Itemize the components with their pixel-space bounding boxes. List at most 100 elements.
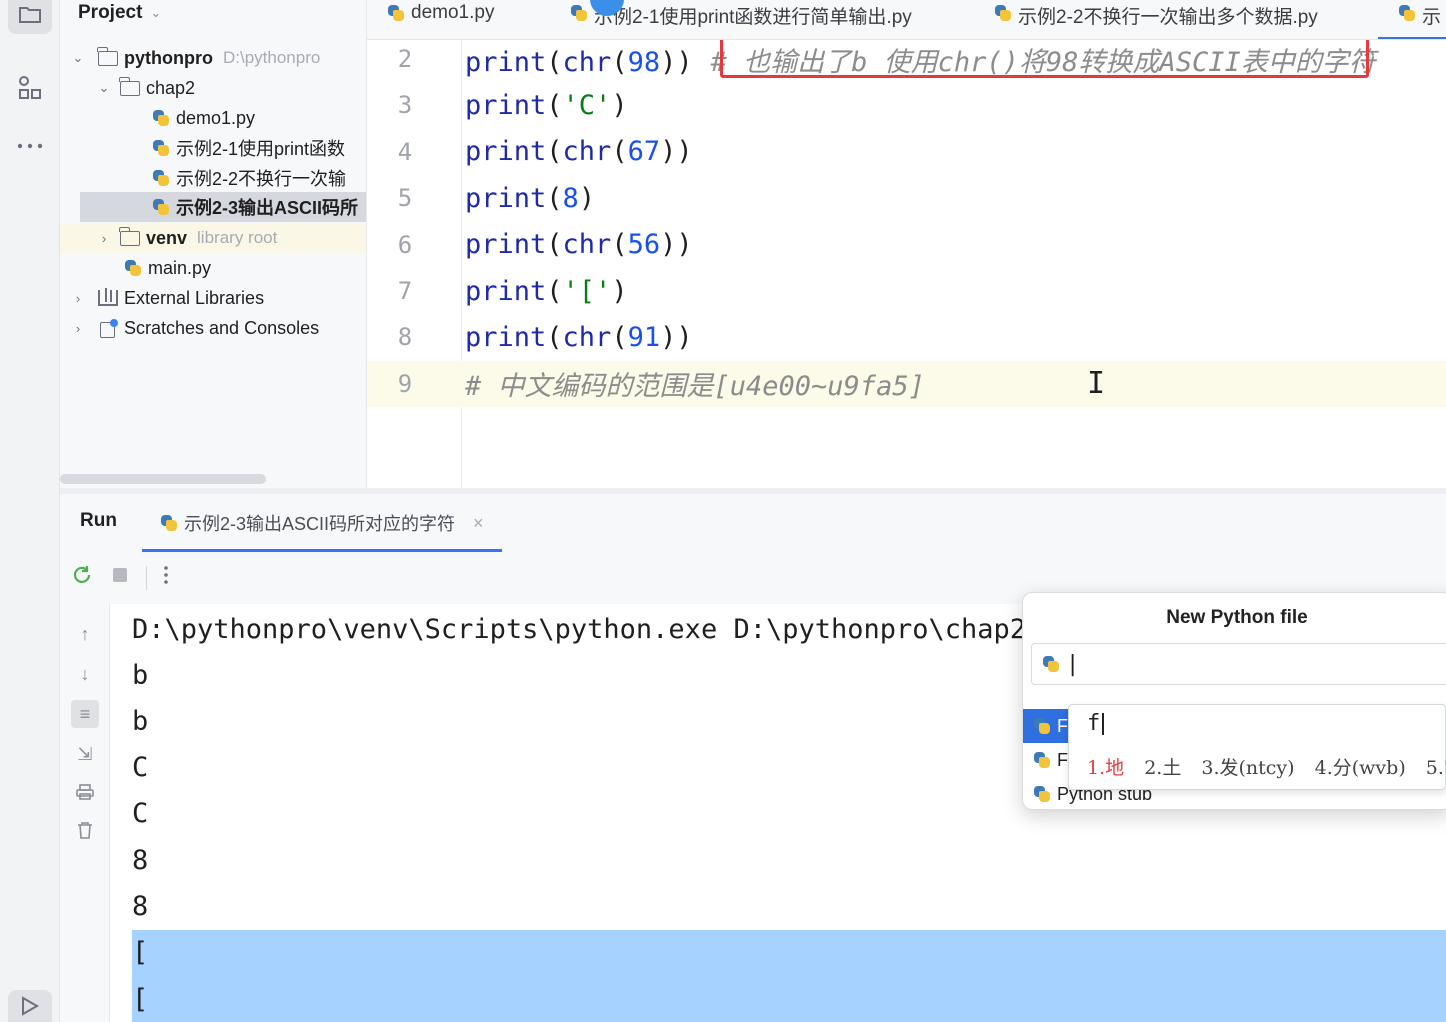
arrow-down-icon[interactable]: ↓ <box>71 660 99 688</box>
console-output-line: [ <box>132 976 1446 1022</box>
chevron-down-icon: ⌄ <box>150 5 162 20</box>
run-tool-icon[interactable] <box>8 990 52 1022</box>
project-folder-icon[interactable] <box>8 0 52 34</box>
code-line[interactable]: 7 print('[') <box>367 268 1446 314</box>
code-token: print <box>465 321 547 353</box>
library-icon <box>98 288 118 306</box>
tree-item-file[interactable]: 示例2-1使用print函数 <box>60 133 366 163</box>
tree-item-venv[interactable]: › venv library root <box>60 223 366 253</box>
code-line[interactable]: 2 print(chr(98)) # 也输出了b 使用chr()将98转换成ASCI… <box>367 40 1446 82</box>
code-text: print('[') <box>465 275 628 307</box>
python-file-icon <box>1042 655 1060 673</box>
ime-candidate[interactable]: 5.' <box>1426 757 1446 779</box>
rerun-icon[interactable] <box>70 563 94 593</box>
print-icon[interactable] <box>71 778 99 806</box>
python-file-icon <box>160 514 178 532</box>
ime-candidate[interactable]: 3.发(ntcy) <box>1201 757 1294 779</box>
python-file-icon <box>570 4 588 22</box>
dialog-title: New Python file <box>1166 607 1308 628</box>
library-root-note: library root <box>197 228 278 247</box>
ime-candidate-window: f 1.地 2.土 3.发(ntcy) 4.分(wvb) 5.' <box>1068 704 1446 790</box>
tab-example-2-2[interactable]: 示例2-2不换行一次输出多个数据.py <box>994 0 1318 39</box>
ime-candidate[interactable]: 1.地 <box>1087 757 1124 779</box>
python-file-icon <box>152 198 170 216</box>
structure-icon[interactable] <box>8 68 52 108</box>
more-tools-icon[interactable] <box>8 126 52 166</box>
line-number: 8 <box>397 323 413 352</box>
stop-icon[interactable] <box>110 565 130 591</box>
code-token: '[' <box>562 275 612 307</box>
code-line[interactable]: 8 print(chr(91)) <box>367 314 1446 360</box>
tree-item-label: External Libraries <box>124 287 265 308</box>
line-number: 9 <box>397 369 413 398</box>
code-token: 'C' <box>562 89 612 121</box>
code-token: print <box>465 182 547 214</box>
tree-item-file-selected[interactable]: 示例2-3输出ASCII码所 <box>80 192 366 222</box>
close-icon[interactable]: × <box>473 513 484 534</box>
code-token: print <box>465 229 547 261</box>
scroll-to-end-icon[interactable]: ⇲ <box>71 740 99 768</box>
file-type-item[interactable]: F <box>1023 709 1071 743</box>
expand-down-icon: ⌄ <box>72 50 84 65</box>
expand-down-icon: ⌄ <box>98 80 110 95</box>
code-line[interactable]: 9 # 中文编码的范围是[u4e00~u9fa5] <box>367 360 1446 407</box>
code-comment: # 中文编码的范围是[u4e00~u9fa5] <box>465 371 925 403</box>
console-output-line: 8 <box>132 844 149 876</box>
tree-item-label: pythonpro <box>124 47 213 68</box>
project-panel: Project ⌄ ⌄ pythonpro D:\pythonpro ⌄ cha… <box>60 0 367 488</box>
code-token: 91 <box>627 321 661 353</box>
soft-wrap-icon[interactable]: ≡ <box>71 700 99 728</box>
expand-right-icon: › <box>75 320 81 336</box>
code-line[interactable]: 3 print('C') <box>367 82 1446 128</box>
tab-label: 示例2-2不换行一次输出多个数据.py <box>1018 7 1318 28</box>
line-number: 3 <box>397 91 413 120</box>
project-header[interactable]: Project ⌄ <box>78 0 161 26</box>
ime-typed-text: f <box>1087 711 1104 736</box>
horizontal-scrollbar[interactable] <box>60 474 266 484</box>
console-output-line: 8 <box>132 891 149 922</box>
arrow-up-icon[interactable]: ↑ <box>71 620 99 648</box>
ime-candidate[interactable]: 2.土 <box>1144 757 1181 779</box>
code-line[interactable]: 6 print(chr(56)) <box>367 222 1446 268</box>
folder-icon <box>119 226 140 246</box>
run-tab[interactable]: 示例2-3输出ASCII码所对应的字符 × <box>142 494 502 552</box>
more-options-icon[interactable] <box>163 565 169 591</box>
code-token: chr <box>562 46 612 78</box>
run-side-toolbar: ↑ ↓ ≡ ⇲ <box>60 604 110 1022</box>
code-line[interactable]: 4 print(chr(67)) <box>367 129 1446 175</box>
code-editor[interactable]: 2 print(chr(98)) # 也输出了b 使用chr()将98转换成ASCI… <box>367 40 1446 488</box>
file-name-value: | <box>1066 651 1080 677</box>
trash-icon[interactable] <box>71 816 99 844</box>
code-line[interactable]: 5 print(8) <box>367 175 1446 221</box>
file-name-input[interactable]: | <box>1031 643 1446 685</box>
run-tab-label: 示例2-3输出ASCII码所对应的字符 <box>184 514 456 534</box>
tool-window-strip <box>0 0 60 1022</box>
toolbar-separator <box>146 566 147 590</box>
tree-item-scratches[interactable]: › Scratches and Consoles <box>60 313 366 343</box>
tree-item-label: demo1.py <box>176 107 256 128</box>
code-token: chr <box>562 321 612 353</box>
tab-demo1[interactable]: demo1.py <box>387 0 494 39</box>
tree-item-root[interactable]: ⌄ pythonpro D:\pythonpro <box>60 43 366 73</box>
tree-item-chap2[interactable]: ⌄ chap2 <box>60 73 366 103</box>
line-number: 6 <box>397 230 413 259</box>
ime-candidate[interactable]: 4.分(wvb) <box>1315 757 1406 779</box>
python-file-icon <box>152 169 170 187</box>
tab-label: 示例2-1使用print函数进行简单输出.py <box>594 7 912 28</box>
tree-item-label: 示例2-2不换行一次输 <box>176 169 347 189</box>
python-file-icon <box>1398 4 1416 22</box>
folder-icon <box>119 76 140 96</box>
ime-candidate-list: 1.地 2.土 3.发(ntcy) 4.分(wvb) 5.' <box>1087 753 1446 780</box>
tree-item-file[interactable]: demo1.py <box>60 103 366 133</box>
python-file-icon <box>124 259 142 277</box>
tree-item-external-libraries[interactable]: › External Libraries <box>60 283 366 313</box>
tab-example-2-3[interactable]: 示 <box>1378 0 1446 39</box>
run-panel-header: Run 示例2-3输出ASCII码所对应的字符 × <box>60 494 1446 552</box>
scratches-icon <box>98 319 118 338</box>
tree-item-main[interactable]: main.py <box>60 253 366 283</box>
tab-label: 示 <box>1422 7 1442 28</box>
tree-item-label: venv <box>146 227 188 248</box>
python-file-icon <box>1033 751 1051 769</box>
python-file-icon <box>1033 717 1051 735</box>
tree-item-file[interactable]: 示例2-2不换行一次输 <box>60 163 366 193</box>
